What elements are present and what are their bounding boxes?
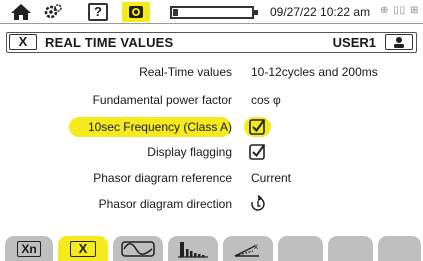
setting-row-phasor-diagram-direction[interactable]: Phasor diagram direction (0, 193, 423, 215)
datetime: 09/27/22 10:22 am (270, 5, 371, 19)
setting-label: 10sec Frequency (Class A) (87, 120, 232, 134)
title-bar: X REAL TIME VALUES USER1 (6, 32, 417, 53)
battery-level (173, 9, 178, 16)
tab-waveform[interactable] (113, 236, 163, 261)
setting-label: Phasor diagram direction (98, 197, 232, 211)
gear-icon (44, 4, 62, 19)
page-title: REAL TIME VALUES (45, 35, 174, 50)
setting-row-realtime-values[interactable]: Real-Time values 10-12cycles and 200ms (0, 61, 423, 83)
setting-row-display-flagging[interactable]: Display flagging (0, 141, 423, 163)
setting-row-phasor-diagram-reference[interactable]: Phasor diagram reference Current (0, 167, 423, 189)
tab-harmonics[interactable] (168, 236, 218, 261)
battery-indicator (170, 6, 258, 19)
harmonics-icon (178, 241, 208, 258)
user-label: USER1 (332, 35, 376, 50)
bottom-tab-bar: Xn X x (0, 236, 423, 261)
setting-label: Display flagging (147, 145, 232, 159)
tab-empty-2[interactable] (328, 236, 373, 261)
camera-icon (129, 6, 143, 18)
phasor-icon: x (234, 242, 259, 257)
waveform-icon (121, 240, 155, 257)
settings-button[interactable] (40, 2, 66, 22)
tab-x[interactable]: X (58, 236, 108, 261)
setting-value[interactable]: 10-12cycles and 200ms (251, 65, 378, 79)
svg-text:x: x (254, 242, 258, 251)
tab-empty-3[interactable] (378, 236, 421, 261)
home-icon (11, 4, 31, 20)
screenshot-button[interactable] (122, 2, 150, 22)
tab-xn[interactable]: Xn (5, 236, 53, 261)
tab-label: X (69, 240, 97, 257)
setting-label: Real-Time values (139, 65, 232, 79)
setting-row-10sec-frequency[interactable]: 10sec Frequency (Class A) (0, 116, 423, 138)
checkbox-checked-icon[interactable] (249, 118, 266, 135)
checkbox-checked-icon[interactable] (249, 143, 266, 160)
help-button[interactable]: ? (88, 3, 108, 21)
setting-label: Fundamental power factor (92, 93, 232, 107)
setting-row-fundamental-power-factor[interactable]: Fundamental power factor cos φ (0, 89, 423, 111)
close-button[interactable]: X (9, 34, 37, 50)
tab-label: Xn (17, 240, 41, 257)
user-icon (394, 36, 404, 48)
status-bar: ? 09/27/22 10:22 am ⊕ ▯▯ ⊞ (0, 0, 423, 24)
user-button[interactable] (385, 34, 413, 50)
setting-value[interactable]: Current (251, 171, 291, 185)
setting-label: Phasor diagram reference (93, 171, 232, 185)
tab-phasor[interactable]: x (223, 236, 273, 261)
setting-value[interactable]: cos φ (251, 93, 281, 107)
tab-empty-1[interactable] (278, 236, 323, 261)
rotation-direction-icon[interactable] (250, 195, 266, 212)
home-button[interactable] (8, 2, 34, 22)
status-icons: ⊕ ▯▯ ⊞ (380, 5, 420, 16)
